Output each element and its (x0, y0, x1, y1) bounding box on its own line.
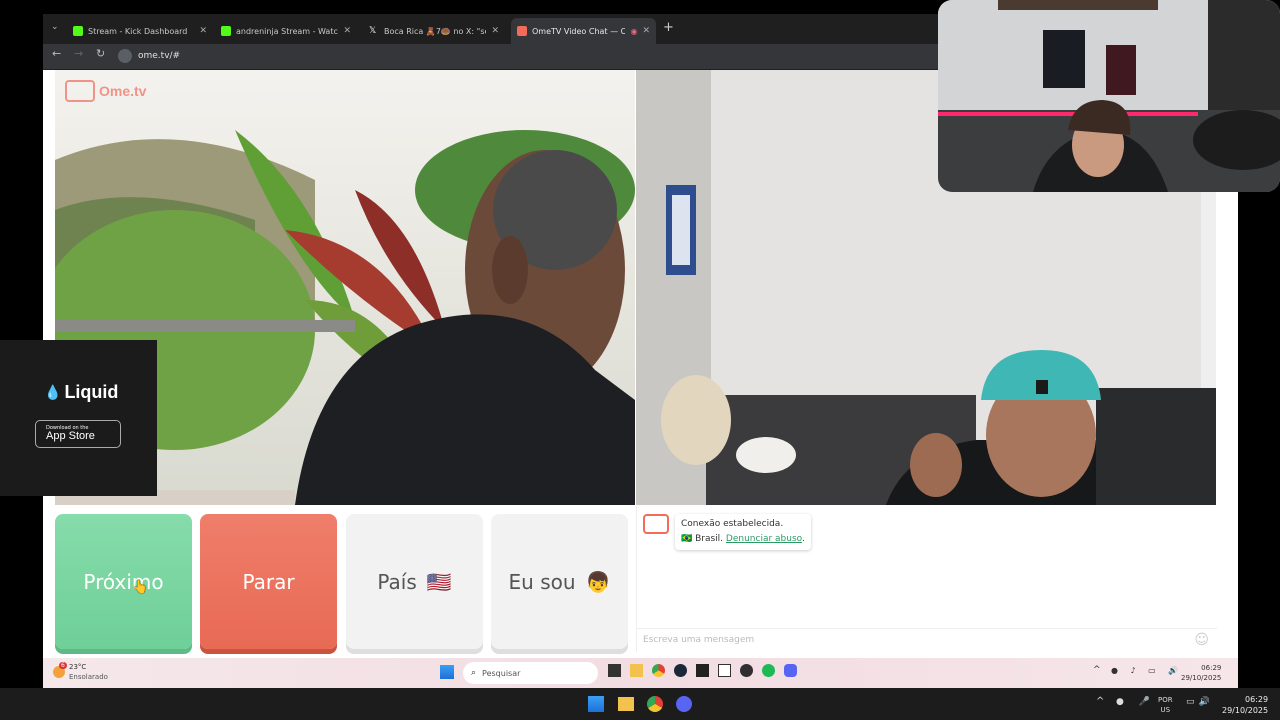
tab-andreninja-stream[interactable]: andreninja Stream - Watch Live ✕ (215, 18, 357, 44)
chrome-icon[interactable] (647, 696, 663, 712)
stop-label: Parar (242, 569, 295, 594)
url-field[interactable]: ome.tv/# (118, 46, 818, 66)
streamer-webcam (938, 0, 1280, 192)
boy-icon: 👦 (585, 569, 611, 594)
language-indicator[interactable]: POR US (1158, 695, 1173, 715)
close-icon[interactable]: ✕ (343, 26, 351, 36)
clock-time: 06:29 (1201, 664, 1222, 672)
store-text: Download on the App Store (46, 426, 95, 442)
discord-icon[interactable] (676, 696, 692, 712)
ometv-avatar-icon (643, 514, 669, 534)
obs-icon[interactable] (740, 664, 753, 677)
store-big: App Store (46, 430, 95, 442)
clock-date: 29/10/2025 (1181, 674, 1222, 682)
app-store-badge[interactable]: Download on the App Store (35, 420, 121, 448)
spotify-icon[interactable] (762, 664, 775, 677)
lang-top: POR (1158, 696, 1173, 704)
weather-badge: 6 (59, 662, 67, 669)
search-text: Pesquisar (482, 668, 521, 678)
brand-name: Liquid (64, 382, 119, 402)
tab-label: andreninja Stream - Watch Live (236, 26, 338, 36)
ometv-watermark: Ome.tv (65, 80, 146, 102)
windows-start-icon[interactable] (440, 665, 454, 679)
captured-taskbar: 6 23°C Ensolarado ⌕ Pesquisar ^ ● ♪ ▭ 🔊 … (43, 658, 1238, 688)
notion-icon[interactable] (718, 664, 731, 677)
tab-label: Stream - Kick Dashboard (88, 26, 188, 36)
task-view-icon[interactable] (608, 664, 621, 677)
next-label: Próximo (83, 569, 164, 594)
x-icon: 𝕏 (369, 26, 377, 36)
country-line: 🇧🇷 Brasil. Denunciar abuso. (681, 534, 805, 544)
weather-text: 23°C Ensolarado (69, 662, 108, 682)
tray-chevron-icon[interactable]: ^ (1096, 696, 1104, 707)
close-icon[interactable]: ✕ (642, 26, 650, 36)
iam-label: Eu sou (508, 569, 576, 594)
system-clock[interactable]: 06:29 29/10/2025 (1222, 694, 1268, 716)
epic-icon[interactable] (696, 664, 709, 677)
pinned-apps (608, 664, 797, 677)
gender-button[interactable]: Eu sou 👦 (491, 514, 628, 649)
chat-input[interactable]: Escreva uma mensagem ☺ (637, 628, 1217, 653)
next-button[interactable]: Próximo (55, 514, 192, 649)
us-flag-icon: 🇺🇸 (426, 569, 452, 594)
close-icon[interactable]: ✕ (491, 26, 499, 36)
steam-icon[interactable] (674, 664, 687, 677)
liquid-promo-overlay: 💧 Liquid Download on the App Store (0, 340, 157, 496)
sun-icon: 6 (53, 662, 67, 678)
report-abuse-link[interactable]: Denunciar abuso (726, 534, 802, 544)
reload-icon[interactable]: ↻ (96, 47, 105, 60)
ometv-logo-icon (65, 80, 95, 102)
network-volume-icons[interactable]: ▭🔊 (1186, 697, 1214, 707)
liquid-brand: 💧 Liquid (44, 382, 118, 403)
tray-icons: ● 🎤 (1116, 697, 1156, 707)
discord-icon[interactable] (784, 664, 797, 677)
tab-ometv[interactable]: OmeTV Video Chat — Ome ◉ ✕ (511, 18, 656, 44)
weather-desc: Ensolarado (69, 673, 108, 681)
ometv-icon (517, 26, 527, 36)
recording-icon: ◉ (630, 26, 638, 36)
tab-label: Boca Rica 🧸7🍩 no X: "se faze (384, 26, 486, 36)
url-text: ome.tv/# (138, 51, 181, 61)
system-message: Conexão estabelecida. 🇧🇷 Brasil. Denunci… (675, 514, 811, 550)
stop-button[interactable]: Parar (200, 514, 337, 649)
country-name: Brasil. (695, 534, 724, 544)
chat-panel: Conexão estabelecida. 🇧🇷 Brasil. Denunci… (636, 506, 1217, 652)
country-label: País (377, 569, 417, 594)
lang-bottom: US (1160, 706, 1171, 714)
taskbar-search[interactable]: ⌕ Pesquisar (463, 662, 598, 684)
new-tab-icon[interactable]: + (663, 20, 674, 35)
weather-temp: 23°C (69, 663, 87, 671)
folder-icon[interactable] (630, 664, 643, 677)
clock-time: 06:29 (1245, 695, 1269, 704)
tab-label: OmeTV Video Chat — Ome (532, 26, 626, 36)
folder-icon[interactable] (618, 697, 634, 711)
tab-list-chevron-icon[interactable]: ⌄ (51, 22, 59, 32)
brazil-flag-icon: 🇧🇷 (681, 534, 693, 544)
site-info-icon[interactable] (118, 49, 132, 63)
country-button[interactable]: País 🇺🇸 (346, 514, 483, 649)
chat-input-placeholder: Escreva uma mensagem (643, 635, 755, 645)
chrome-icon[interactable] (652, 664, 665, 677)
back-icon[interactable]: ← (52, 47, 61, 60)
search-icon: ⌕ (471, 668, 477, 678)
tab-kick-dashboard[interactable]: Stream - Kick Dashboard ✕ (67, 18, 213, 44)
kick-icon (73, 26, 83, 36)
emoji-icon[interactable]: ☺ (1194, 632, 1209, 648)
watermark-text: Ome.tv (99, 83, 147, 99)
droplet-icon: 💧 (44, 384, 62, 401)
forward-icon[interactable]: → (74, 47, 83, 60)
tab-x-post[interactable]: 𝕏 Boca Rica 🧸7🍩 no X: "se faze ✕ (363, 18, 505, 44)
windows-taskbar: ^ ● 🎤 POR US ▭🔊 06:29 29/10/2025 (0, 688, 1280, 720)
weather-widget[interactable]: 6 23°C Ensolarado (53, 662, 108, 682)
webcam-frame (938, 0, 1280, 192)
connection-text: Conexão estabelecida. (681, 519, 784, 529)
captured-clock[interactable]: 06:29 29/10/2025 (1181, 663, 1221, 683)
tray-icons: ● ♪ ▭ 🔊 (1111, 666, 1184, 675)
tray-chevron-icon[interactable]: ^ (1093, 665, 1101, 675)
kick-icon (221, 26, 231, 36)
mouse-cursor-icon: 👆 (132, 580, 149, 595)
close-icon[interactable]: ✕ (199, 26, 207, 36)
clock-date: 29/10/2025 (1222, 706, 1269, 715)
windows-start-icon[interactable] (588, 696, 604, 712)
